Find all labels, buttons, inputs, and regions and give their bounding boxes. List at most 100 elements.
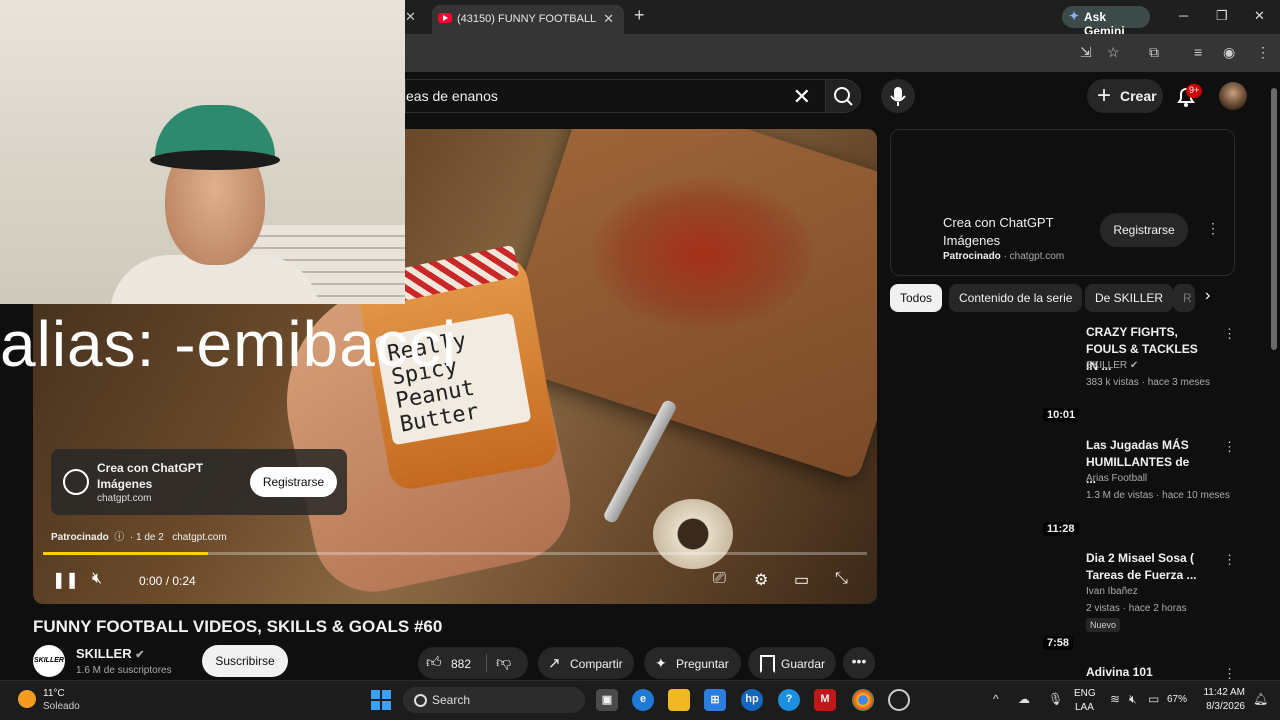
voice-search-button[interactable] [881,79,915,113]
ask-button[interactable]: Preguntar [644,647,741,679]
list-item[interactable]: Adivina 101 BANDERAS ⋮ [890,662,1235,680]
more-vert-icon[interactable]: ⋮ [1223,326,1236,342]
mute-icon[interactable]: 🔇︎ [92,570,102,588]
avatar[interactable] [1219,82,1247,110]
store-icon[interactable]: ⊞ [704,689,726,711]
notification-center-icon[interactable]: 🔔︎ [1253,692,1268,706]
chip-partial[interactable]: R [1173,284,1195,312]
record-icon[interactable] [888,689,910,711]
microphone-icon[interactable]: 🎙︎ [1048,692,1063,706]
browser-tab-youtube[interactable]: (43150) FUNNY FOOTBALL VIDEOS ✕ [432,5,624,34]
taskbar-search[interactable]: Search [403,687,585,713]
dislike-icon[interactable]: 👎︎ [496,654,511,672]
scrollbar-thumb[interactable] [1271,88,1277,350]
windows-start-icon[interactable] [371,690,391,710]
minimize-icon[interactable]: ─ [1179,8,1188,23]
battery-percent[interactable]: 67% [1167,694,1187,705]
task-view-icon[interactable]: ▣ [596,689,618,711]
sponsored-register-button[interactable]: Registrarse [1100,213,1188,247]
rec-channel[interactable]: Ivan Ibañez [1086,586,1138,597]
maximize-icon[interactable]: ❐ [1216,8,1228,24]
subscribe-button[interactable]: Suscribirse [202,645,288,677]
ask-gemini-button[interactable]: Ask Gemini [1062,6,1150,38]
sponsored-label: Patrocinado [943,251,1001,262]
more-actions-icon[interactable]: ••• [843,647,875,679]
like-count[interactable]: 882 [451,657,471,671]
save-button[interactable]: Guardar [748,647,836,679]
ad-register-button[interactable]: Registrarse [250,467,337,497]
clock-date[interactable]: 8/3/2026 [1201,701,1245,712]
new-tab-icon[interactable]: + [634,5,645,26]
progress-bar[interactable] [43,552,867,555]
info-icon[interactable]: ⓘ [112,532,128,543]
list-item-thumb-overlay: 7:58 [890,551,1077,651]
search-box[interactable]: eas de enanos ✕ [405,79,825,113]
rec-meta: 383 k vistas · hace 3 meses [1086,377,1210,388]
rec-channel[interactable]: SKILLER ✔ [1086,360,1138,371]
chip-from-channel[interactable]: De SKILLER [1085,284,1174,312]
close-tab-icon[interactable]: ✕ [405,9,416,25]
progress-fill [43,552,208,555]
create-button[interactable]: + Crear [1087,79,1163,113]
chip-series[interactable]: Contenido de la serie [949,284,1083,312]
rec-title[interactable]: Adivina 101 BANDERAS [1086,664,1201,680]
search-button[interactable] [825,79,861,113]
volume-muted-icon[interactable]: 🔇︎ [1129,692,1137,707]
close-window-icon[interactable]: ✕ [1254,8,1265,24]
ad-info: Patrocinado ⓘ · 1 de 2 chatgpt.com [51,528,227,543]
install-app-icon[interactable]: ⇲ [1080,44,1092,61]
rec-channel[interactable]: Arias Football [1086,473,1147,484]
chevron-up-icon[interactable]: ^ [993,692,999,706]
edge-icon[interactable]: e [632,689,654,711]
clear-search-icon[interactable]: ✕ [793,84,811,110]
clock-time[interactable]: 11:42 AM [1201,687,1245,698]
weather-temperature[interactable]: 11°C [43,688,65,699]
sun-icon[interactable] [18,690,36,708]
more-vert-icon[interactable]: ⋮ [1223,666,1235,680]
duration-badge: 10:01 [1043,408,1080,422]
weather-description[interactable]: Soleado [43,701,80,712]
like-icon[interactable]: 👍︎ [426,654,442,672]
subscriber-count: 1.6 M de suscriptores [76,665,172,676]
theater-mode-icon[interactable]: ▭ [794,570,809,590]
bookmark-star-icon[interactable]: ☆ [1107,44,1120,61]
more-vert-icon[interactable]: ⋮ [1223,552,1236,568]
scrollbar[interactable] [1270,74,1278,680]
ad-domain: chatgpt.com [97,493,152,504]
onedrive-icon[interactable]: ☁ [1018,692,1030,706]
browser-menu-icon[interactable]: ⋮ [1256,44,1270,61]
list-item-thumb-overlay: 11:28 [890,437,1079,537]
youtube-favicon-icon [438,13,452,23]
help-icon[interactable]: ? [778,689,800,711]
share-button[interactable]: Compartir [538,647,634,679]
keyboard-layout[interactable]: LAA [1075,702,1094,713]
profile-icon[interactable]: ◉ [1223,44,1235,61]
chip-all[interactable]: Todos [890,284,943,312]
hp-icon[interactable]: hp [741,689,763,711]
close-tab-icon[interactable]: ✕ [603,11,614,27]
search-input[interactable]: eas de enanos [406,88,498,104]
channel-avatar[interactable]: SKILLER [33,645,65,677]
sponsored-card[interactable]: Crea con ChatGPT Imágenes Patrocinado · … [890,129,1235,276]
mcafee-icon[interactable]: M [814,689,836,711]
ad-card[interactable]: Crea con ChatGPT Imágenes chatgpt.com Re… [51,449,347,515]
media-controls-icon[interactable]: ≡ [1194,44,1202,60]
more-vert-icon[interactable]: ⋮ [1206,220,1220,237]
chrome-icon[interactable] [852,689,874,711]
pause-icon[interactable]: ❚❚ [52,570,79,590]
fullscreen-exit-icon[interactable]: ⤡ [835,570,848,588]
settings-gear-icon[interactable]: ⚙ [754,570,768,590]
keyboard-language[interactable]: ENG [1074,688,1096,699]
rec-title[interactable]: Dia 2 Misael Sosa ( Tareas de Fuerza ... [1086,550,1201,584]
chevron-right-icon[interactable]: › [1205,287,1210,305]
channel-name[interactable]: SKILLER ✔ [76,646,144,661]
ad-info-domain[interactable]: chatgpt.com [172,532,226,543]
time-display: 0:00 / 0:24 [139,574,196,588]
file-explorer-icon[interactable] [668,689,690,711]
more-vert-icon[interactable]: ⋮ [1223,439,1236,455]
wifi-icon[interactable]: ≋ [1110,692,1120,706]
ad-title: Crea con ChatGPT Imágenes [97,461,204,491]
subtitles-icon[interactable]: ⎚ [713,570,726,588]
battery-icon[interactable]: ▭ [1148,692,1159,706]
extensions-icon[interactable]: ⧉ [1149,44,1159,61]
